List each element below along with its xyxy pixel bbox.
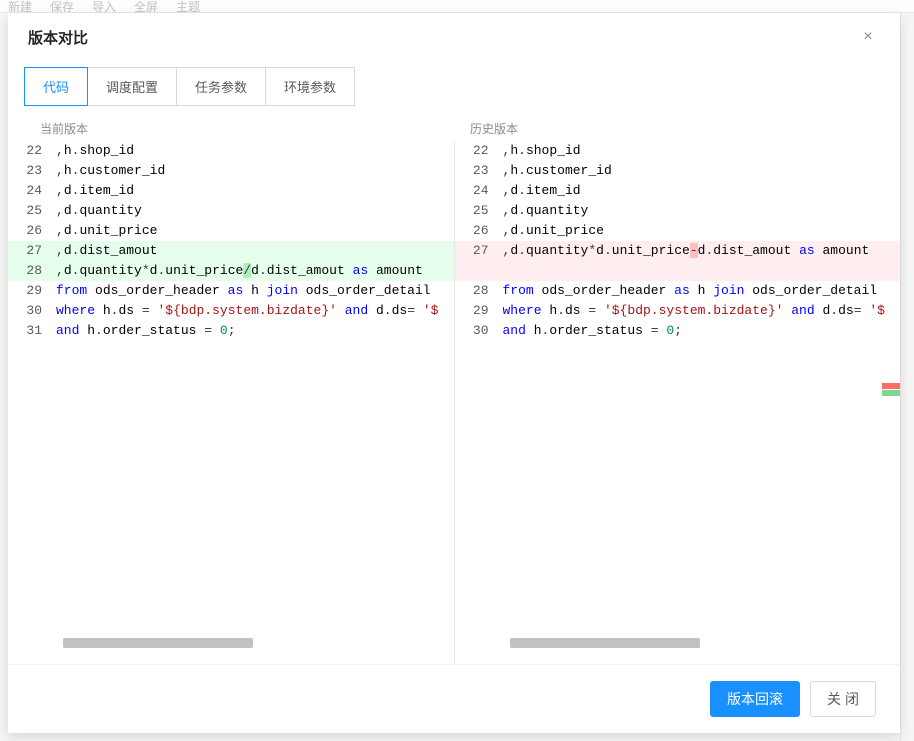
code-line: 30where h.ds = '${bdp.system.bizdate}' a… bbox=[8, 301, 454, 321]
code-line: 23,h.customer_id bbox=[8, 161, 454, 181]
tab-bar: 代码调度配置任务参数环境参数 bbox=[8, 67, 900, 106]
line-number: 26 bbox=[8, 221, 56, 241]
line-number: 23 bbox=[455, 161, 503, 181]
code-text: where h.ds = '${bdp.system.bizdate}' and… bbox=[503, 301, 901, 321]
code-line: 27,d.dist_amout bbox=[8, 241, 454, 261]
line-number: 30 bbox=[455, 321, 503, 341]
toolbar-fullscreen[interactable]: 全屏 bbox=[134, 0, 158, 13]
line-number bbox=[455, 261, 503, 281]
code-line: 26,d.unit_price bbox=[455, 221, 901, 241]
close-icon[interactable]: × bbox=[856, 25, 880, 49]
minimap-mark-del bbox=[882, 383, 900, 389]
line-number: 25 bbox=[8, 201, 56, 221]
line-number: 27 bbox=[455, 241, 503, 261]
version-compare-modal: 版本对比 × 代码调度配置任务参数环境参数 当前版本 历史版本 22,h.sho… bbox=[8, 13, 900, 733]
close-button[interactable]: 关闭 bbox=[810, 681, 876, 717]
line-number: 29 bbox=[8, 281, 56, 301]
line-number: 25 bbox=[455, 201, 503, 221]
diff-left-pane: 22,h.shop_id23,h.customer_id24,d.item_id… bbox=[8, 141, 454, 664]
line-number: 27 bbox=[8, 241, 56, 261]
line-number: 24 bbox=[455, 181, 503, 201]
code-text: ,d.quantity bbox=[503, 201, 901, 221]
code-line: 24,d.item_id bbox=[8, 181, 454, 201]
code-line: 22,h.shop_id bbox=[455, 141, 901, 161]
code-line: 29from ods_order_header as h join ods_or… bbox=[8, 281, 454, 301]
line-number: 28 bbox=[8, 261, 56, 281]
history-version-label: 历史版本 bbox=[454, 120, 884, 137]
code-text: ,h.customer_id bbox=[56, 161, 454, 181]
code-line bbox=[455, 261, 901, 281]
diff-container: 22,h.shop_id23,h.customer_id24,d.item_id… bbox=[8, 141, 900, 664]
code-line: 26,d.unit_price bbox=[8, 221, 454, 241]
code-line: 25,d.quantity bbox=[455, 201, 901, 221]
code-line: 29where h.ds = '${bdp.system.bizdate}' a… bbox=[455, 301, 901, 321]
code-text: ,h.shop_id bbox=[503, 141, 901, 161]
line-number: 31 bbox=[8, 321, 56, 341]
code-text: ,h.shop_id bbox=[56, 141, 454, 161]
modal-header: 版本对比 × bbox=[8, 13, 900, 61]
line-number: 24 bbox=[8, 181, 56, 201]
code-line: 24,d.item_id bbox=[455, 181, 901, 201]
code-line: 28from ods_order_header as h join ods_or… bbox=[455, 281, 901, 301]
code-text: from ods_order_header as h join ods_orde… bbox=[503, 281, 901, 301]
line-number: 29 bbox=[455, 301, 503, 321]
tab-envparams[interactable]: 环境参数 bbox=[266, 67, 355, 106]
code-text: ,d.item_id bbox=[503, 181, 901, 201]
code-line: 31and h.order_status = 0; bbox=[8, 321, 454, 341]
diff-minimap[interactable] bbox=[882, 145, 900, 650]
code-block-right[interactable]: 22,h.shop_id23,h.customer_id24,d.item_id… bbox=[455, 141, 901, 664]
bg-left-panel bbox=[0, 13, 8, 741]
code-text: ,d.dist_amout bbox=[56, 241, 454, 261]
rollback-button[interactable]: 版本回滚 bbox=[710, 681, 800, 717]
toolbar-save[interactable]: 保存 bbox=[50, 0, 74, 13]
toolbar-new[interactable]: 新建 bbox=[8, 0, 32, 13]
diff-right-pane: 22,h.shop_id23,h.customer_id24,d.item_id… bbox=[454, 141, 901, 664]
code-text: where h.ds = '${bdp.system.bizdate}' and… bbox=[56, 301, 454, 321]
line-number: 23 bbox=[8, 161, 56, 181]
minimap-mark-add bbox=[882, 390, 900, 396]
code-text: ,d.unit_price bbox=[503, 221, 901, 241]
modal-footer: 版本回滚 关闭 bbox=[8, 664, 900, 733]
toolbar-import[interactable]: 导入 bbox=[92, 0, 116, 13]
code-text: ,d.unit_price bbox=[56, 221, 454, 241]
line-number: 26 bbox=[455, 221, 503, 241]
tab-schedule[interactable]: 调度配置 bbox=[88, 67, 177, 106]
modal-title: 版本对比 bbox=[28, 27, 88, 48]
code-line: 27,d.quantity*d.unit_price-d.dist_amout … bbox=[455, 241, 901, 261]
code-text: and h.order_status = 0; bbox=[56, 321, 454, 341]
code-text bbox=[503, 261, 901, 281]
code-text: ,d.quantity*d.unit_price-d.dist_amout as… bbox=[503, 241, 901, 261]
code-text: ,h.customer_id bbox=[503, 161, 901, 181]
code-text: from ods_order_header as h join ods_orde… bbox=[56, 281, 454, 301]
line-number: 28 bbox=[455, 281, 503, 301]
diff-labels: 当前版本 历史版本 bbox=[8, 120, 900, 137]
code-text: ,d.item_id bbox=[56, 181, 454, 201]
code-line: 25,d.quantity bbox=[8, 201, 454, 221]
code-line: 28,d.quantity*d.unit_price/d.dist_amout … bbox=[8, 261, 454, 281]
code-line: 22,h.shop_id bbox=[8, 141, 454, 161]
line-number: 22 bbox=[8, 141, 56, 161]
tab-code[interactable]: 代码 bbox=[24, 67, 88, 106]
tab-taskparams[interactable]: 任务参数 bbox=[177, 67, 266, 106]
code-line: 23,h.customer_id bbox=[455, 161, 901, 181]
horizontal-scrollbar[interactable] bbox=[63, 638, 253, 648]
current-version-label: 当前版本 bbox=[24, 120, 454, 137]
editor-toolbar: 新建 保存 导入 全屏 主题 bbox=[0, 0, 914, 13]
toolbar-theme[interactable]: 主题 bbox=[176, 0, 200, 13]
code-block-left[interactable]: 22,h.shop_id23,h.customer_id24,d.item_id… bbox=[8, 141, 454, 664]
line-number: 22 bbox=[455, 141, 503, 161]
code-line: 30and h.order_status = 0; bbox=[455, 321, 901, 341]
code-text: and h.order_status = 0; bbox=[503, 321, 901, 341]
code-text: ,d.quantity*d.unit_price/d.dist_amout as… bbox=[56, 261, 454, 281]
bg-right-panel bbox=[900, 13, 914, 741]
line-number: 30 bbox=[8, 301, 56, 321]
code-text: ,d.quantity bbox=[56, 201, 454, 221]
horizontal-scrollbar[interactable] bbox=[510, 638, 700, 648]
